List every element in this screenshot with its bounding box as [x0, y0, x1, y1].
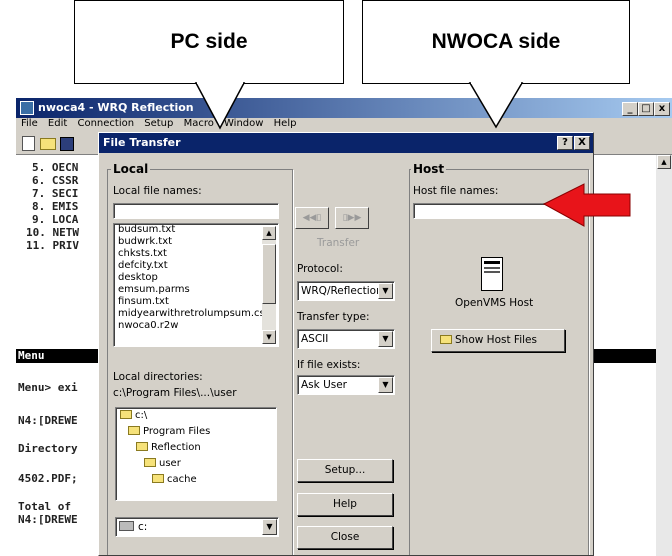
red-arrow-icon: [542, 183, 631, 227]
pc-callout-pointer: [194, 82, 246, 130]
callout-pointers: [194, 82, 631, 227]
host-callout-pointer: [468, 82, 524, 129]
